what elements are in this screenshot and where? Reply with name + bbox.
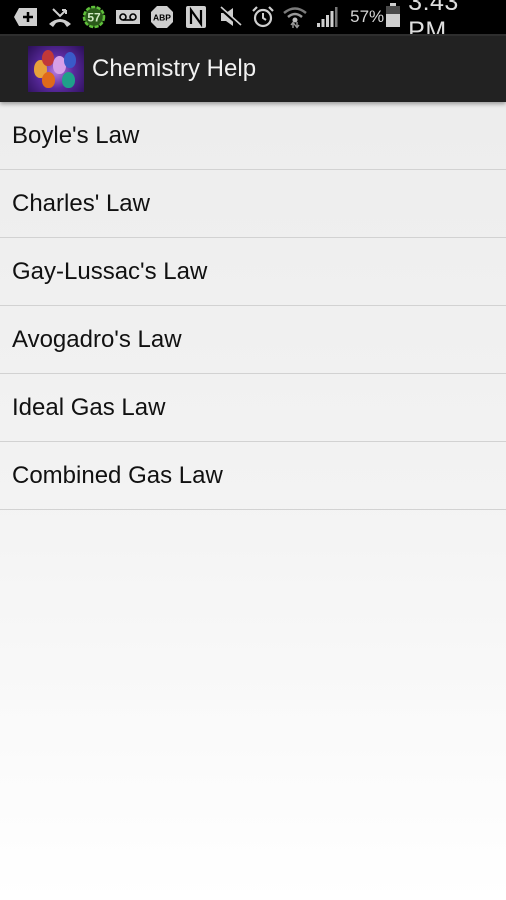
list-item-gay-lussacs-law[interactable]: Gay-Lussac's Law: [0, 238, 506, 306]
laws-list: Boyle's Law Charles' Law Gay-Lussac's La…: [0, 102, 506, 510]
battery-icon: [386, 2, 401, 32]
app-title: Chemistry Help: [92, 55, 257, 82]
add-notification-icon: [12, 5, 40, 29]
wifi-icon: [282, 5, 308, 29]
list-item-ideal-gas-law[interactable]: Ideal Gas Law: [0, 374, 506, 442]
chemistry-flasks-app-icon[interactable]: [28, 46, 84, 92]
mute-icon: [216, 5, 244, 29]
list-item-combined-gas-law[interactable]: Combined Gas Law: [0, 442, 506, 510]
svg-text:ABP: ABP: [153, 13, 171, 23]
voicemail-icon: [114, 5, 142, 29]
adblock-icon: ABP: [148, 5, 176, 29]
battery-percent: 57%: [350, 7, 385, 26]
missed-call-icon: [46, 5, 74, 29]
list-item-charles-law[interactable]: Charles' Law: [0, 170, 506, 238]
list-item-boyles-law[interactable]: Boyle's Law: [0, 102, 506, 170]
action-bar: Chemistry Help: [0, 34, 506, 102]
svg-text:57: 57: [87, 11, 101, 25]
nfc-icon: [182, 5, 210, 29]
signal-icon: [314, 5, 340, 29]
status-bar: 57 ABP 57% 3:43 PM: [0, 0, 506, 45]
counter-badge-icon: 57: [80, 5, 108, 29]
list-item-avogadros-law[interactable]: Avogadro's Law: [0, 306, 506, 374]
alarm-icon: [250, 5, 276, 29]
